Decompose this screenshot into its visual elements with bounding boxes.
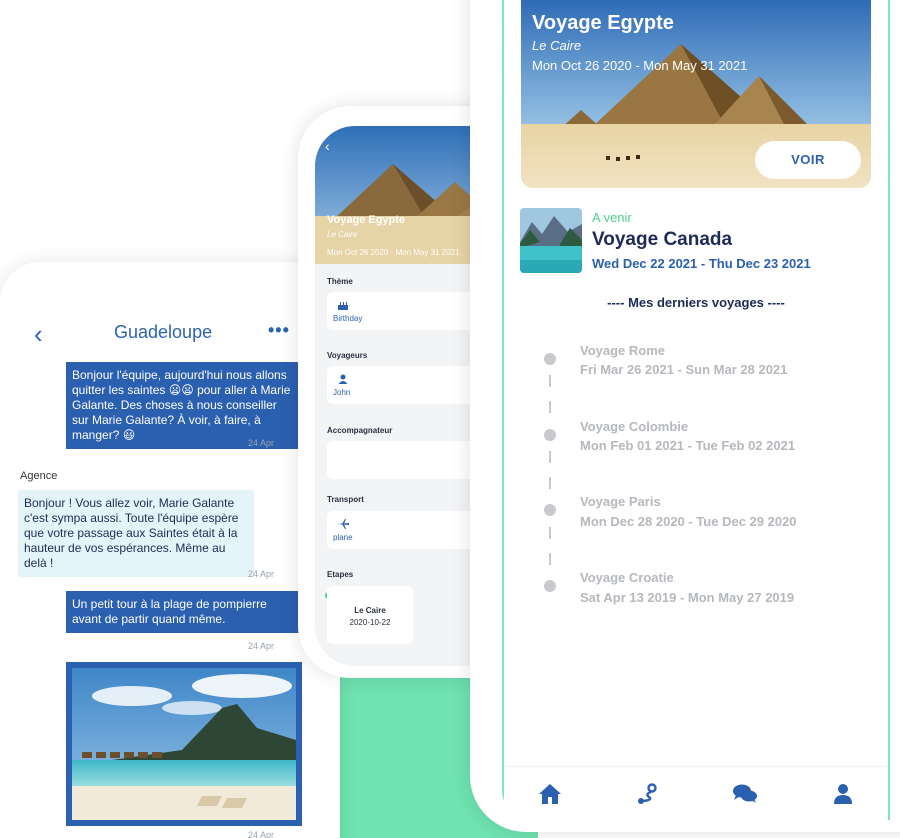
history-trip-name[interactable]: Voyage Croatie	[580, 570, 674, 585]
chevron-left-icon[interactable]: ‹	[34, 320, 43, 348]
timeline-dash	[549, 527, 551, 539]
companion-label: Accompagnateur	[327, 426, 393, 435]
featured-trip-title: Voyage Egypte	[532, 12, 674, 34]
voir-button[interactable]: VOIR	[755, 141, 861, 179]
message-time: 24 Apr	[248, 830, 275, 838]
theme-value: Birthday	[333, 314, 363, 323]
cake-icon	[337, 300, 349, 310]
more-dots-icon[interactable]: •••	[268, 320, 290, 341]
timeline-dash	[549, 375, 551, 387]
upcoming-trip-name[interactable]: Voyage Canada	[592, 229, 732, 251]
message-time: 24 Apr	[248, 641, 275, 651]
travelers-value: John	[333, 388, 351, 397]
timeline-dot	[544, 504, 556, 516]
step-date: 2020-10-22	[349, 618, 391, 627]
transport-value: plane	[333, 533, 353, 542]
message-time: 24 Apr	[248, 569, 275, 579]
timeline-dash	[549, 451, 551, 463]
history-trip-dates: Mon Feb 01 2021 - Tue Feb 02 2021	[580, 438, 796, 453]
message-bubble-outgoing: Bonjour l'équipe, aujourd'hui nous allon…	[66, 362, 298, 449]
user-icon	[337, 374, 349, 384]
message-image[interactable]	[66, 662, 302, 826]
chat-icon[interactable]	[732, 781, 758, 807]
lake-photo	[520, 208, 582, 273]
history-trip-dates: Mon Dec 28 2020 - Tue Dec 29 2020	[580, 514, 797, 529]
featured-trip-dates: Mon Oct 26 2020 - Mon May 31 2021	[532, 58, 748, 73]
timeline-dash	[549, 477, 551, 489]
message-bubble-outgoing: Un petit tour à la plage de pompierre av…	[66, 591, 300, 633]
upcoming-status: A venir	[592, 210, 632, 225]
step-card[interactable]: Le Caire 2020-10-22	[327, 586, 413, 644]
upcoming-trip-thumbnail[interactable]	[520, 208, 582, 273]
message-bubble-incoming: Bonjour ! Vous allez voir, Marie Galante…	[18, 490, 254, 577]
message-time: 24 Apr	[248, 438, 275, 448]
chevron-left-icon[interactable]: ‹	[325, 138, 330, 154]
chat-phone: ‹ Guadeloupe ••• Bonjour l'équipe, aujou…	[0, 262, 340, 838]
timeline-dot	[544, 580, 556, 592]
history-trip-name[interactable]: Voyage Colombie	[580, 419, 688, 434]
featured-trip-card[interactable]: Voyage Egypte Le Caire Mon Oct 26 2020 -…	[521, 0, 871, 188]
user-icon[interactable]	[830, 781, 856, 807]
history-title: ---- Mes derniers voyages ----	[607, 295, 785, 310]
bottom-nav	[504, 766, 888, 820]
beach-photo	[72, 668, 296, 820]
route-icon[interactable]	[635, 781, 661, 807]
timeline-dot	[544, 429, 556, 441]
timeline-dash	[549, 553, 551, 565]
chat-title: Guadeloupe	[114, 322, 213, 342]
history-trip-dates: Sat Apr 13 2019 - Mon May 27 2019	[580, 590, 795, 605]
history-trip-name[interactable]: Voyage Rome	[580, 343, 665, 358]
trip-dates: Mon Oct 26 2020 - Mon May 31 2021	[327, 248, 460, 257]
travelers-label: Voyageurs	[327, 351, 368, 360]
theme-label: Thème	[327, 277, 353, 286]
sender-label: Agence	[20, 470, 58, 482]
history-trip-name[interactable]: Voyage Paris	[580, 494, 661, 509]
transport-label: Transport	[327, 495, 364, 504]
message-text: Un petit tour à la plage de pompierre av…	[72, 597, 267, 626]
chat-header: ‹ Guadeloupe •••	[0, 320, 300, 350]
message-text: Bonjour ! Vous allez voir, Marie Galante…	[24, 496, 239, 570]
upcoming-trip-dates: Wed Dec 22 2021 - Thu Dec 23 2021	[592, 256, 811, 271]
step-city: Le Caire	[354, 606, 386, 615]
steps-label: Etapes	[327, 570, 354, 579]
home-icon[interactable]	[537, 781, 563, 807]
featured-trip-city: Le Caire	[532, 38, 582, 53]
trip-title: Voyage Egypte	[327, 214, 406, 226]
history-trip-dates: Fri Mar 26 2021 - Sun Mar 28 2021	[580, 362, 788, 377]
timeline-dash	[549, 401, 551, 413]
timeline-dot	[544, 353, 556, 365]
plane-icon	[337, 519, 349, 529]
message-text: Bonjour l'équipe, aujourd'hui nous allon…	[72, 368, 291, 442]
trip-city: Le Caire	[327, 230, 358, 239]
